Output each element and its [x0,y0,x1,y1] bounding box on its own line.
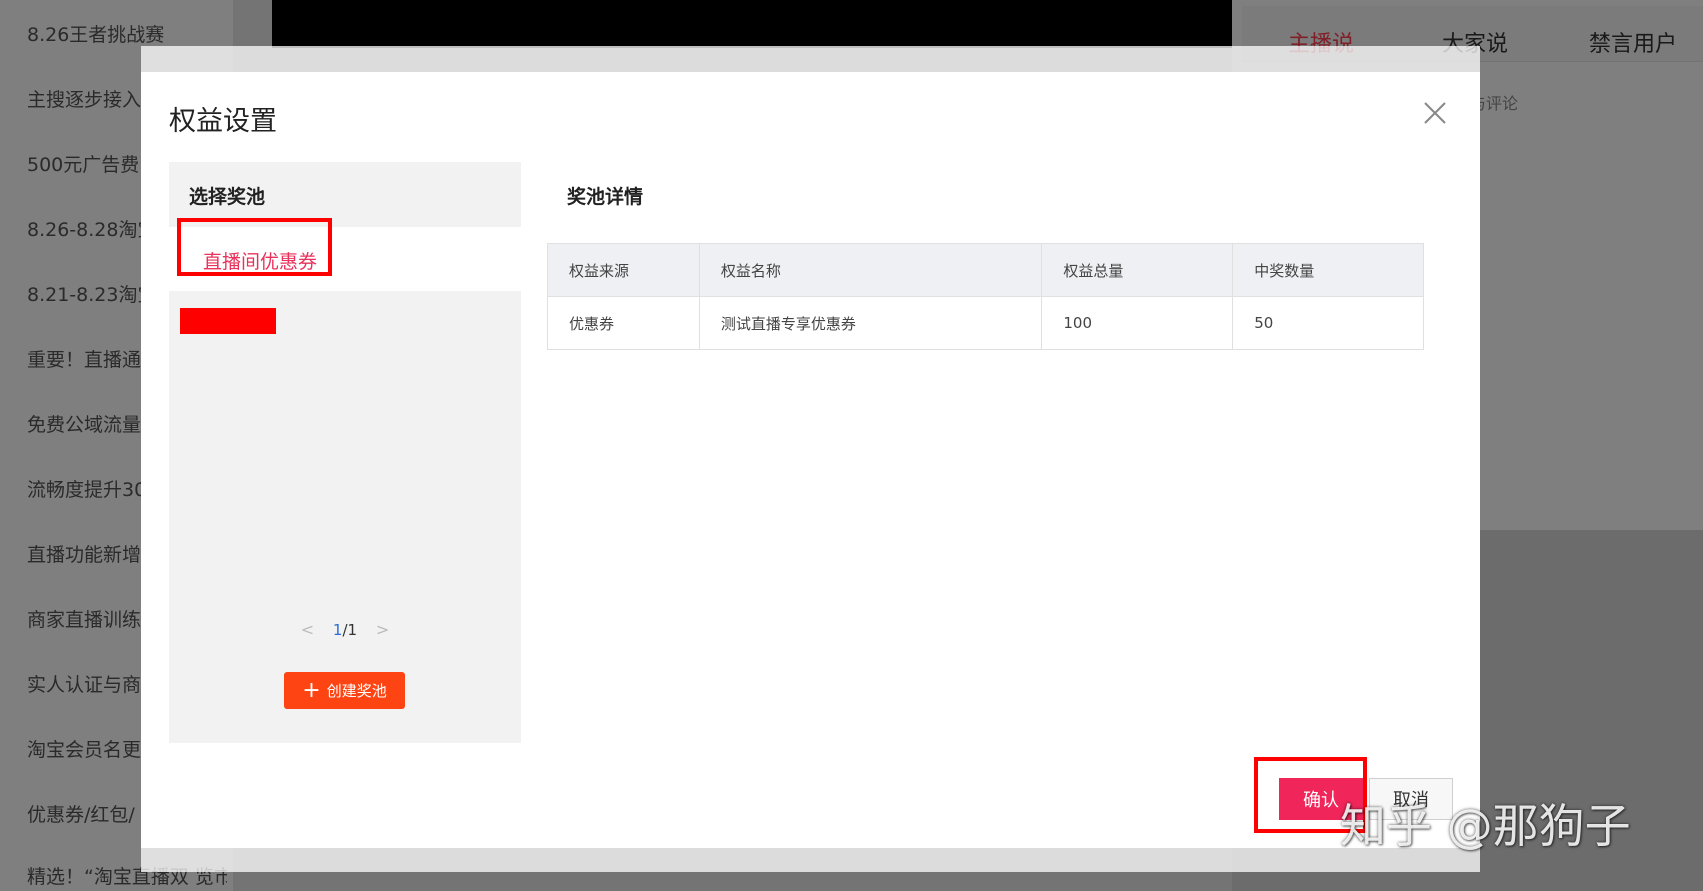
column-header: 权益来源 [547,243,700,297]
pagination: < 1/1 > [169,620,521,639]
column-header: 权益名称 [698,243,1043,297]
create-pool-button[interactable]: + 创建奖池 [284,672,405,709]
table-cell: 50 [1232,296,1424,350]
pool-selector-panel: 选择奖池 直播间优惠券 < 1/1 > + 创建奖池 [169,162,521,743]
dialog-title: 权益设置 [169,106,277,137]
rights-settings-dialog: 权益设置 选择奖池 直播间优惠券 < 1/1 > + 创建奖池 奖池详情 权益来… [141,72,1480,848]
pool-details-title: 奖池详情 [567,186,644,208]
table-row: 优惠券 测试直播专享优惠券 100 50 [547,296,1424,350]
pool-details-table: 权益来源 权益名称 权益总量 中奖数量 优惠券 测试直播专享优惠券 100 50 [547,243,1424,350]
table-cell: 100 [1041,296,1234,350]
create-pool-label: 创建奖池 [326,682,387,700]
plus-icon: + [302,677,321,703]
table-cell: 优惠券 [547,296,700,350]
column-header: 权益总量 [1041,243,1234,297]
column-header: 中奖数量 [1232,243,1424,297]
watermark: 知乎 @那狗子 [1340,799,1631,853]
annotation-highlight-box [177,218,332,276]
table-cell: 测试直播专享优惠券 [698,296,1043,350]
next-page-icon[interactable]: > [376,620,389,639]
pool-selector-title: 选择奖池 [189,186,266,208]
prev-page-icon[interactable]: < [301,620,314,639]
redacted-pool-item [180,308,276,334]
close-icon[interactable] [1422,100,1448,126]
total-pages: 1 [347,621,358,639]
table-header-row: 权益来源 权益名称 权益总量 中奖数量 [547,243,1424,297]
